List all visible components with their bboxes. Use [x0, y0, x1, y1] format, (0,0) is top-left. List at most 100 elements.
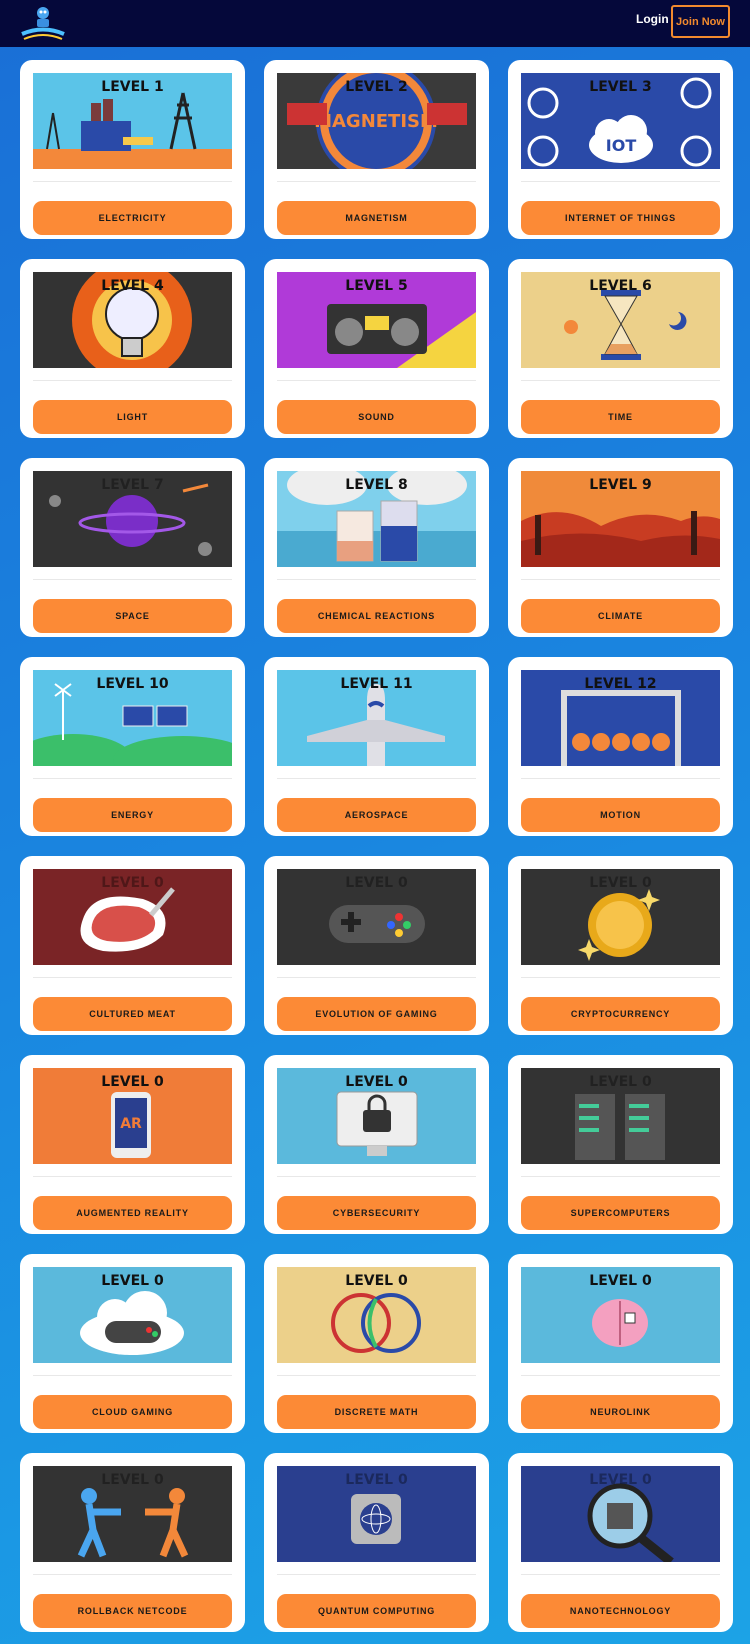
level-thumbnail[interactable]: LEVEL 10 — [33, 670, 232, 766]
divider — [277, 579, 476, 580]
level-number: LEVEL 0 — [101, 1074, 164, 1090]
level-button[interactable]: CLOUD GAMING — [33, 1395, 232, 1429]
level-button[interactable]: SPACE — [33, 599, 232, 633]
level-card[interactable]: LEVEL 0 NEUROLINK — [508, 1254, 733, 1433]
divider — [521, 977, 720, 978]
level-button[interactable]: SOUND — [277, 400, 476, 434]
divider — [33, 778, 232, 779]
level-card[interactable]: LEVEL 0 CYBERSECURITY — [264, 1055, 489, 1234]
level-button[interactable]: AUGMENTED REALITY — [33, 1196, 232, 1230]
level-button[interactable]: CYBERSECURITY — [277, 1196, 476, 1230]
level-card[interactable]: LEVEL 5 SOUND — [264, 259, 489, 438]
level-button[interactable]: AEROSPACE — [277, 798, 476, 832]
level-thumbnail[interactable]: LEVEL 11 — [277, 670, 476, 766]
star-icon — [450, 276, 470, 296]
level-button[interactable]: ENERGY — [33, 798, 232, 832]
level-thumbnail[interactable]: LEVEL 0 — [277, 1267, 476, 1363]
star-icon — [694, 475, 714, 495]
level-thumbnail[interactable]: LEVEL 0 — [277, 869, 476, 965]
level-number: LEVEL 0 — [345, 1472, 408, 1488]
divider — [521, 579, 720, 580]
level-thumbnail[interactable]: LEVEL 4 — [33, 272, 232, 368]
level-thumbnail[interactable]: LEVEL 1 — [33, 73, 232, 169]
level-button[interactable]: ROLLBACK NETCODE — [33, 1594, 232, 1628]
level-number: LEVEL 0 — [589, 1273, 652, 1289]
level-button[interactable]: INTERNET OF THINGS — [521, 201, 720, 235]
level-button[interactable]: MOTION — [521, 798, 720, 832]
level-card[interactable]: LEVEL 0 DISCRETE MATH — [264, 1254, 489, 1433]
level-button[interactable]: SUPERCOMPUTERS — [521, 1196, 720, 1230]
level-card[interactable]: LEVEL 4 LIGHT — [20, 259, 245, 438]
level-card[interactable]: LEVEL 11 AEROSPACE — [264, 657, 489, 836]
level-card[interactable]: AR LEVEL 0 AUGMENTED REALITY — [20, 1055, 245, 1234]
level-thumbnail[interactable]: LEVEL 0 — [277, 1068, 476, 1164]
divider — [33, 1574, 232, 1575]
level-card[interactable]: MAGNETISM LEVEL 2 MAGNETISM — [264, 60, 489, 239]
level-thumbnail[interactable]: LEVEL 0 — [521, 1466, 720, 1562]
level-number: LEVEL 0 — [345, 1074, 408, 1090]
level-card[interactable]: LEVEL 6 TIME — [508, 259, 733, 438]
divider — [521, 1375, 720, 1376]
level-card[interactable]: IOT LEVEL 3 INTERNET OF THINGS — [508, 60, 733, 239]
level-button[interactable]: CRYPTOCURRENCY — [521, 997, 720, 1031]
star-icon — [206, 77, 226, 97]
level-card[interactable]: LEVEL 8 CHEMICAL REACTIONS — [264, 458, 489, 637]
level-thumbnail[interactable]: LEVEL 0 — [521, 1267, 720, 1363]
level-number: LEVEL 0 — [589, 1074, 652, 1090]
login-link[interactable]: Login — [636, 12, 669, 26]
level-button[interactable]: LIGHT — [33, 400, 232, 434]
level-thumbnail[interactable]: LEVEL 0 — [277, 1466, 476, 1562]
level-button[interactable]: MAGNETISM — [277, 201, 476, 235]
level-thumbnail[interactable]: LEVEL 6 — [521, 272, 720, 368]
level-number: LEVEL 7 — [101, 477, 164, 493]
divider — [277, 1375, 476, 1376]
level-card[interactable]: LEVEL 0 CRYPTOCURRENCY — [508, 856, 733, 1035]
level-card[interactable]: LEVEL 0 EVOLUTION OF GAMING — [264, 856, 489, 1035]
level-button[interactable]: CULTURED MEAT — [33, 997, 232, 1031]
level-button[interactable]: QUANTUM COMPUTING — [277, 1594, 476, 1628]
divider — [33, 579, 232, 580]
level-thumbnail[interactable]: MAGNETISM LEVEL 2 — [277, 73, 476, 169]
level-card[interactable]: LEVEL 0 ROLLBACK NETCODE — [20, 1453, 245, 1632]
divider — [33, 1176, 232, 1177]
level-button[interactable]: TIME — [521, 400, 720, 434]
level-card[interactable]: LEVEL 0 CLOUD GAMING — [20, 1254, 245, 1433]
level-number: LEVEL 0 — [101, 1273, 164, 1289]
level-card[interactable]: LEVEL 0 NANOTECHNOLOGY — [508, 1453, 733, 1632]
divider — [521, 181, 720, 182]
level-button[interactable]: NEUROLINK — [521, 1395, 720, 1429]
level-thumbnail[interactable]: LEVEL 0 — [33, 869, 232, 965]
level-number: LEVEL 0 — [101, 875, 164, 891]
level-card[interactable]: LEVEL 10 ENERGY — [20, 657, 245, 836]
level-thumbnail[interactable]: LEVEL 0 — [521, 869, 720, 965]
level-thumbnail[interactable]: LEVEL 9 — [521, 471, 720, 567]
level-button[interactable]: EVOLUTION OF GAMING — [277, 997, 476, 1031]
level-button[interactable]: ELECTRICITY — [33, 201, 232, 235]
level-card[interactable]: LEVEL 0 CULTURED MEAT — [20, 856, 245, 1035]
star-icon — [450, 674, 470, 694]
level-card[interactable]: LEVEL 12 MOTION — [508, 657, 733, 836]
level-thumbnail[interactable]: LEVEL 0 — [521, 1068, 720, 1164]
level-button[interactable]: CHEMICAL REACTIONS — [277, 599, 476, 633]
level-thumbnail[interactable]: LEVEL 0 — [33, 1466, 232, 1562]
level-number: LEVEL 3 — [589, 79, 652, 95]
level-button[interactable]: NANOTECHNOLOGY — [521, 1594, 720, 1628]
divider — [277, 1574, 476, 1575]
level-thumbnail[interactable]: LEVEL 7 — [33, 471, 232, 567]
level-card[interactable]: LEVEL 9 CLIMATE — [508, 458, 733, 637]
level-button[interactable]: CLIMATE — [521, 599, 720, 633]
level-thumbnail[interactable]: LEVEL 12 — [521, 670, 720, 766]
level-thumbnail[interactable]: AR LEVEL 0 — [33, 1068, 232, 1164]
join-now-button[interactable]: Join Now — [671, 5, 730, 38]
level-thumbnail[interactable]: LEVEL 5 — [277, 272, 476, 368]
level-thumbnail[interactable]: LEVEL 8 — [277, 471, 476, 567]
level-card[interactable]: LEVEL 0 QUANTUM COMPUTING — [264, 1453, 489, 1632]
level-thumbnail[interactable]: IOT LEVEL 3 — [521, 73, 720, 169]
playscenic-logo[interactable] — [18, 3, 68, 43]
level-thumbnail[interactable]: LEVEL 0 — [33, 1267, 232, 1363]
level-card[interactable]: LEVEL 1 ELECTRICITY — [20, 60, 245, 239]
star-icon — [206, 276, 226, 296]
level-card[interactable]: LEVEL 0 SUPERCOMPUTERS — [508, 1055, 733, 1234]
level-button[interactable]: DISCRETE MATH — [277, 1395, 476, 1429]
level-card[interactable]: LEVEL 7 SPACE — [20, 458, 245, 637]
